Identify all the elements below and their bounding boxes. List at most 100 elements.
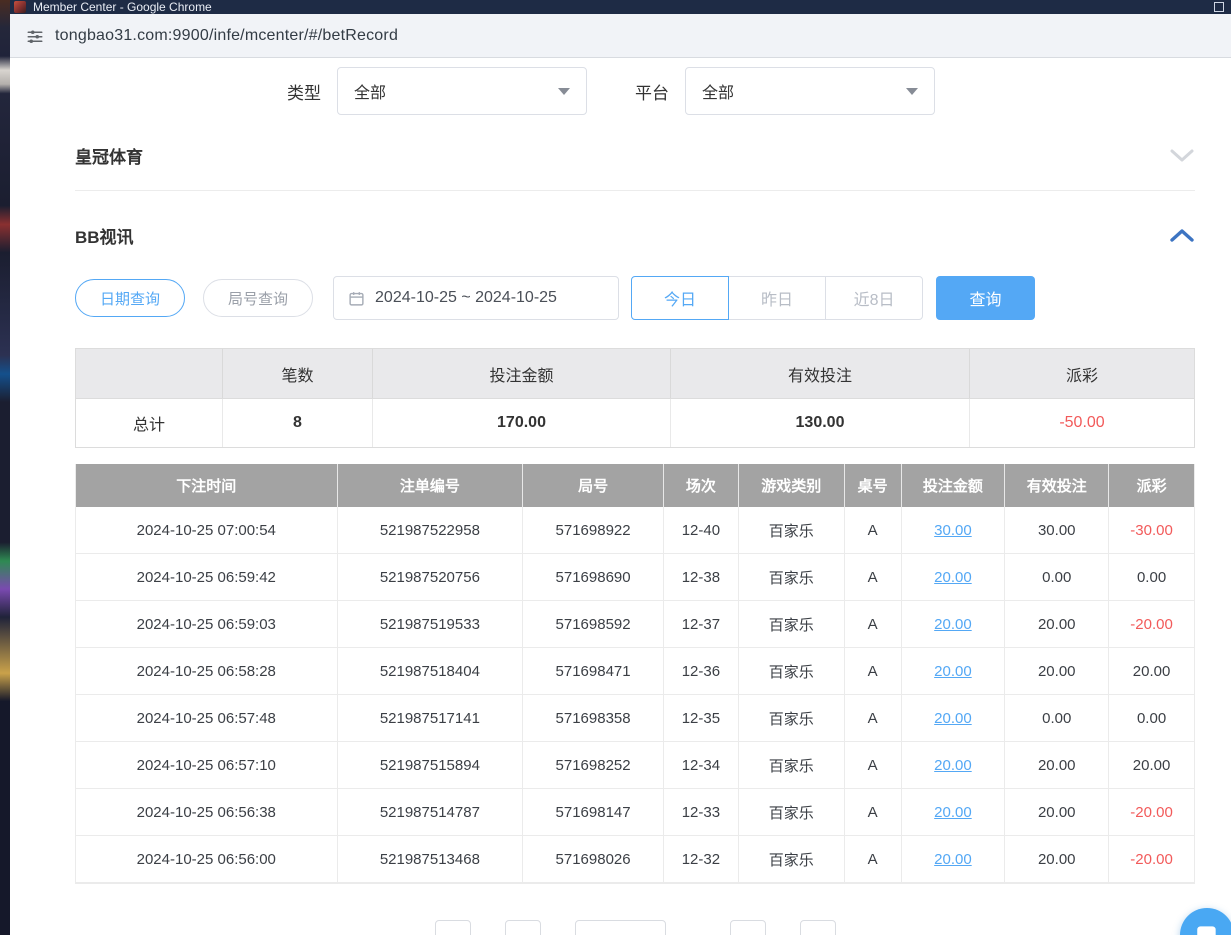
cell-game-type: 百家乐 <box>739 648 845 695</box>
round-query-tab[interactable]: 局号查询 <box>203 279 313 317</box>
table-row: 2024-10-25 06:56:38 521987514787 5716981… <box>76 789 1194 836</box>
bet-amount-link[interactable]: 20.00 <box>934 804 972 821</box>
cell-round-number: 571698252 <box>523 742 664 789</box>
summary-valid-bet-value: 130.00 <box>671 399 970 447</box>
cell-valid-bet: 20.00 <box>1005 789 1109 836</box>
search-button[interactable]: 查询 <box>936 276 1035 320</box>
site-info-icon[interactable] <box>26 27 44 45</box>
cell-bet-time: 2024-10-25 07:00:54 <box>76 507 338 554</box>
header-round-number: 局号 <box>523 464 664 507</box>
cell-payout: 0.00 <box>1109 554 1194 601</box>
pagination-page-button[interactable] <box>505 920 541 935</box>
cell-table-number: A <box>845 554 902 601</box>
cell-order-number: 521987513468 <box>338 836 524 883</box>
chevron-down-icon[interactable] <box>1169 148 1195 163</box>
cell-payout: -20.00 <box>1109 836 1194 883</box>
query-toolbar: 日期查询 局号查询 2024-10-25 ~ 2024-10-25 今日 <box>75 276 1195 320</box>
cell-valid-bet: 0.00 <box>1005 554 1109 601</box>
header-payout: 派彩 <box>1109 464 1194 507</box>
cell-session: 12-34 <box>664 742 739 789</box>
cell-game-type: 百家乐 <box>739 836 845 883</box>
bet-amount-link[interactable]: 20.00 <box>934 569 972 586</box>
bet-amount-link[interactable]: 20.00 <box>934 663 972 680</box>
cell-order-number: 521987522958 <box>338 507 524 554</box>
bet-amount-link[interactable]: 20.00 <box>934 616 972 633</box>
header-session: 场次 <box>664 464 739 507</box>
section-bb-video[interactable]: BB视讯 <box>75 220 1195 250</box>
header-game-type: 游戏类别 <box>739 464 845 507</box>
cell-game-type: 百家乐 <box>739 554 845 601</box>
last-8-days-button[interactable]: 近8日 <box>825 276 923 320</box>
cell-bet-time: 2024-10-25 06:56:38 <box>76 789 338 836</box>
chat-icon <box>1194 922 1220 935</box>
cell-table-number: A <box>845 507 902 554</box>
table-row: 2024-10-25 06:59:42 521987520756 5716986… <box>76 554 1194 601</box>
header-bet-time: 下注时间 <box>76 464 338 507</box>
cell-valid-bet: 0.00 <box>1005 695 1109 742</box>
bet-amount-link[interactable]: 30.00 <box>934 522 972 539</box>
table-row: 2024-10-25 06:59:03 521987519533 5716985… <box>76 601 1194 648</box>
cell-table-number: A <box>845 648 902 695</box>
section-crown-sports[interactable]: 皇冠体育 <box>75 140 1195 170</box>
filter-row: 类型 全部 平台 全部 <box>75 67 1195 115</box>
type-select[interactable]: 全部 <box>337 67 587 115</box>
background-window-edge <box>0 0 10 935</box>
cell-table-number: A <box>845 789 902 836</box>
today-button[interactable]: 今日 <box>631 276 729 320</box>
cell-payout: 20.00 <box>1109 742 1194 789</box>
date-query-tab[interactable]: 日期查询 <box>75 279 185 317</box>
page-size-select[interactable] <box>575 920 666 935</box>
browser-window: Member Center - Google Chrome tongbao31.… <box>10 0 1231 935</box>
section-title-bb: BB视讯 <box>75 223 134 248</box>
cell-order-number: 521987520756 <box>338 554 524 601</box>
bet-amount-link[interactable]: 20.00 <box>934 851 972 868</box>
pagination-jump-input[interactable] <box>800 920 836 935</box>
cell-bet-amount: 20.00 <box>902 601 1006 648</box>
summary-payout-value: -50.00 <box>970 399 1194 447</box>
url-text[interactable]: tongbao31.com:9900/infe/mcenter/#/betRec… <box>55 27 398 45</box>
pagination-next-button[interactable] <box>730 920 766 935</box>
cell-valid-bet: 30.00 <box>1005 507 1109 554</box>
yesterday-button[interactable]: 昨日 <box>728 276 826 320</box>
pagination-prev-button[interactable] <box>435 920 471 935</box>
cell-valid-bet: 20.00 <box>1005 648 1109 695</box>
cell-payout: 20.00 <box>1109 648 1194 695</box>
cell-round-number: 571698026 <box>523 836 664 883</box>
pagination <box>75 920 1195 935</box>
platform-select[interactable]: 全部 <box>685 67 935 115</box>
header-bet-amount: 投注金额 <box>902 464 1006 507</box>
cell-bet-amount: 20.00 <box>902 648 1006 695</box>
date-range-picker[interactable]: 2024-10-25 ~ 2024-10-25 <box>333 276 619 320</box>
cell-payout: -20.00 <box>1109 601 1194 648</box>
chevron-up-icon[interactable] <box>1169 228 1195 243</box>
cell-game-type: 百家乐 <box>739 695 845 742</box>
cell-game-type: 百家乐 <box>739 507 845 554</box>
cell-round-number: 571698358 <box>523 695 664 742</box>
cell-session: 12-32 <box>664 836 739 883</box>
header-table-number: 桌号 <box>845 464 902 507</box>
cell-session: 12-40 <box>664 507 739 554</box>
cell-bet-amount: 20.00 <box>902 789 1006 836</box>
screen: Member Center - Google Chrome tongbao31.… <box>0 0 1231 935</box>
cell-round-number: 571698592 <box>523 601 664 648</box>
divider <box>75 190 1195 191</box>
bet-amount-link[interactable]: 20.00 <box>934 757 972 774</box>
summary-header-row: 笔数 投注金额 有效投注 派彩 <box>76 349 1194 398</box>
cell-session: 12-37 <box>664 601 739 648</box>
section-title-crown: 皇冠体育 <box>75 143 143 168</box>
cell-valid-bet: 20.00 <box>1005 836 1109 883</box>
cell-game-type: 百家乐 <box>739 601 845 648</box>
platform-label: 平台 <box>635 79 669 104</box>
bet-amount-link[interactable]: 20.00 <box>934 710 972 727</box>
cell-table-number: A <box>845 836 902 883</box>
cell-bet-amount: 20.00 <box>902 554 1006 601</box>
table-row: 2024-10-25 07:00:54 521987522958 5716989… <box>76 507 1194 554</box>
browser-urlbar[interactable]: tongbao31.com:9900/infe/mcenter/#/betRec… <box>10 14 1231 58</box>
summary-header-count: 笔数 <box>223 349 373 398</box>
maximize-icon[interactable] <box>1214 2 1224 12</box>
cell-session: 12-35 <box>664 695 739 742</box>
bet-record-table: 下注时间 注单编号 局号 场次 游戏类别 桌号 投注金额 有效投注 派彩 202… <box>75 464 1195 884</box>
summary-total-row: 总计 8 170.00 130.00 -50.00 <box>76 398 1194 447</box>
bet-table-body: 2024-10-25 07:00:54 521987522958 5716989… <box>76 507 1194 883</box>
cell-bet-amount: 30.00 <box>902 507 1006 554</box>
